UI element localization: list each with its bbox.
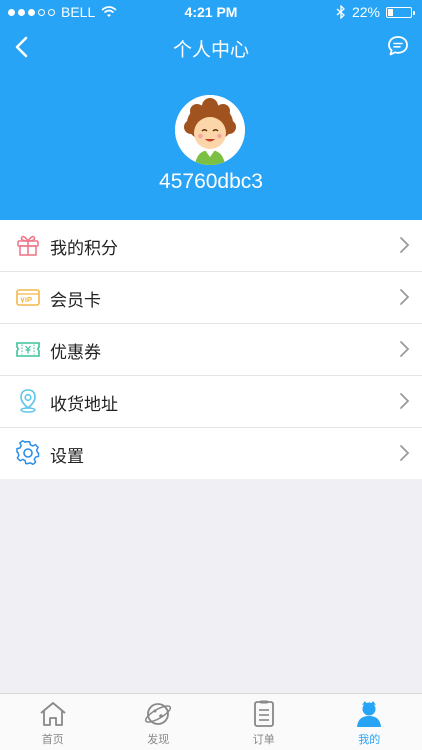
tab-bar: 首页 发现 订单 我的 <box>0 693 422 750</box>
chevron-right-icon <box>400 393 410 409</box>
vip-card-icon <box>16 289 40 306</box>
tab-discover[interactable]: 发现 <box>106 694 212 750</box>
menu-list: 我的积分 会员卡 优惠券 收货地址 设置 <box>0 220 422 479</box>
chevron-right-icon <box>400 445 410 461</box>
page-title: 个人中心 <box>172 39 249 61</box>
menu-item-settings[interactable]: 设置 <box>0 428 422 479</box>
chevron-right-icon <box>400 289 410 305</box>
avatar[interactable] <box>175 95 245 165</box>
menu-item-label: 优惠券 <box>50 343 101 363</box>
avatar-cartoon-icon <box>175 95 245 165</box>
tab-orders[interactable]: 订单 <box>211 694 317 750</box>
gear-icon <box>16 440 40 466</box>
tab-mine[interactable]: 我的 <box>317 694 422 750</box>
menu-item-label: 我的积分 <box>50 239 118 259</box>
menu-item-label: 收货地址 <box>50 395 118 415</box>
chat-bubble-icon[interactable] <box>386 34 410 58</box>
chevron-right-icon <box>400 237 410 253</box>
tab-home[interactable]: 首页 <box>0 694 106 750</box>
username: 45760dbc3 <box>159 170 263 193</box>
menu-item-address[interactable]: 收货地址 <box>0 376 422 428</box>
chevron-right-icon <box>400 341 410 357</box>
menu-item-points[interactable]: 我的积分 <box>0 220 422 272</box>
menu-item-label: 设置 <box>50 447 84 467</box>
tab-label: 发现 <box>147 733 170 746</box>
tab-label: 订单 <box>252 733 275 746</box>
menu-item-vip-card[interactable]: 会员卡 <box>0 272 422 324</box>
bluetooth-icon <box>336 5 345 19</box>
gift-icon <box>17 235 39 256</box>
tab-label: 首页 <box>41 733 64 746</box>
planet-icon <box>145 703 172 725</box>
location-pin-icon <box>20 389 36 413</box>
tab-label: 我的 <box>358 733 381 746</box>
order-list-icon <box>253 700 274 727</box>
battery-percent: 22% <box>351 4 380 20</box>
coupon-icon <box>16 342 40 357</box>
menu-item-coupons[interactable]: 优惠券 <box>0 324 422 376</box>
menu-item-label: 会员卡 <box>50 291 101 311</box>
battery-icon <box>386 6 415 18</box>
navbar: 个人中心 <box>0 24 422 70</box>
user-icon <box>357 701 382 727</box>
status-bar: BELL 4:21 PM 22% <box>0 0 422 24</box>
home-icon <box>40 702 66 726</box>
